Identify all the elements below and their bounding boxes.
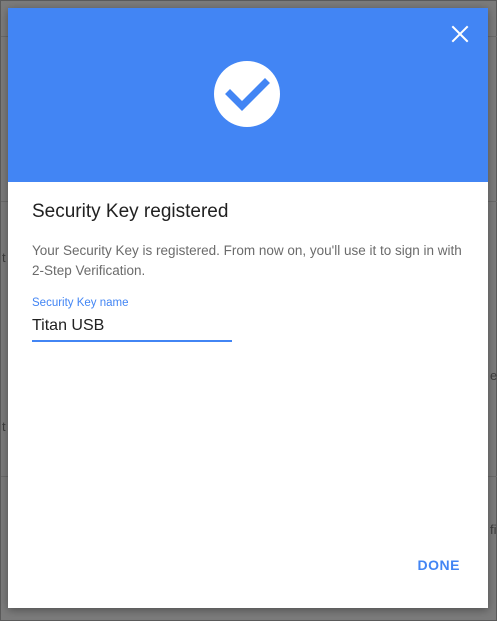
security-key-name-input[interactable] xyxy=(32,315,232,342)
background-text-fragment: t xyxy=(2,419,6,434)
dialog-title: Security Key registered xyxy=(32,201,229,222)
security-key-name-label: Security Key name xyxy=(32,297,129,309)
dialog-header xyxy=(8,8,488,182)
dialog-description: Your Security Key is registered. From no… xyxy=(32,243,462,278)
background-text-fragment: fi xyxy=(490,522,497,537)
background-text-fragment: e xyxy=(490,368,497,383)
security-key-dialog: Security Key registered Your Security Ke… xyxy=(8,8,488,608)
close-button[interactable] xyxy=(448,22,472,46)
close-icon xyxy=(451,25,469,43)
security-key-name-field: Security Key name xyxy=(32,297,232,342)
checkmark-circle-icon xyxy=(214,61,280,127)
done-button[interactable]: DONE xyxy=(418,557,460,573)
checkmark-icon xyxy=(225,78,270,111)
background-text-fragment: t xyxy=(2,250,6,265)
